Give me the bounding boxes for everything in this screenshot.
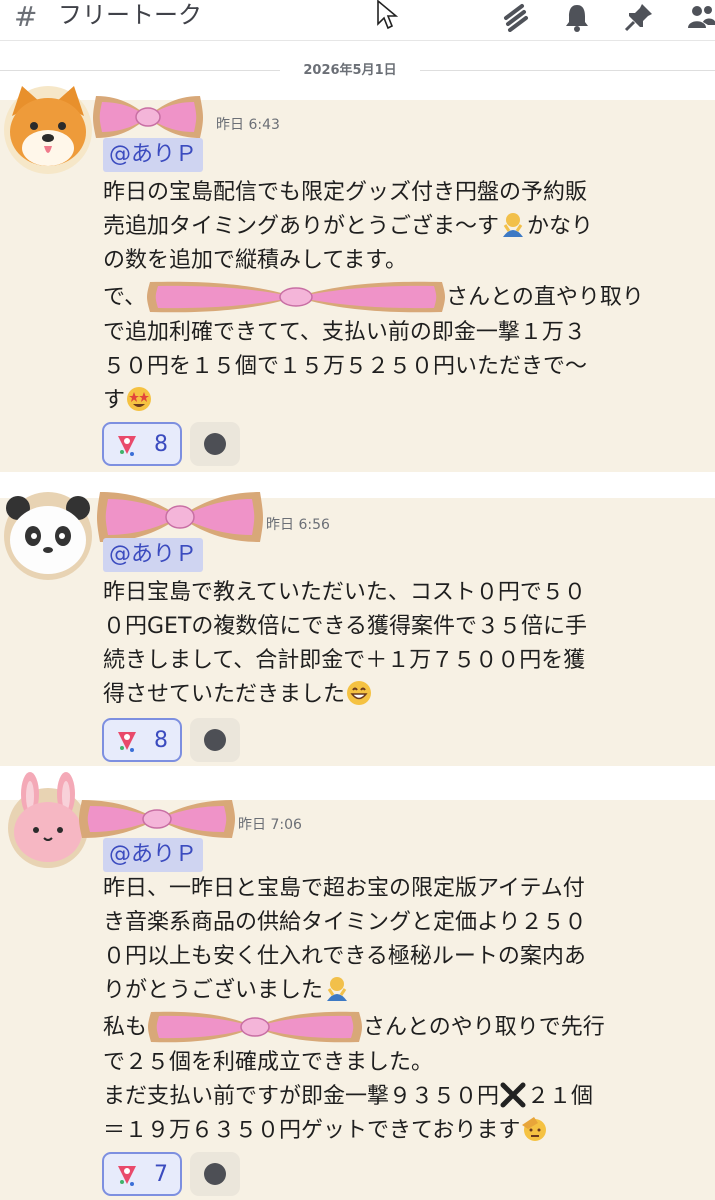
message-line: 昨日の宝島配信でも限定グッズ付き円盤の予約販 [103, 180, 588, 205]
add-reaction-button[interactable] [190, 718, 240, 762]
username-hidden-ribbon[interactable] [78, 796, 236, 842]
message-content: 昨日の宝島配信でも限定グッズ付き円盤の予約販 売追加タイミングありがとうござま〜… [103, 176, 663, 418]
message-text: さんとのやり取りで先行 [363, 1015, 605, 1040]
message-text: まだ支払い前ですが即金一撃９３５０円 [103, 1084, 500, 1109]
mouse-cursor-icon [377, 0, 398, 30]
bowing-person-emoji-icon [327, 977, 348, 1001]
pin-icon[interactable] [624, 2, 654, 32]
message-text: 売追加タイミングありがとうござま〜す [103, 214, 500, 239]
message-line: の数を追加で縦積みしてます。 [103, 248, 408, 273]
message-text: ＝１９万６３５０円ゲットできております [103, 1118, 521, 1143]
bell-icon[interactable] [562, 2, 592, 32]
threads-icon[interactable] [500, 2, 530, 32]
add-reaction-button[interactable] [190, 422, 240, 466]
message-content: 昨日、一昨日と宝島で超お宝の限定版アイテム付 き音楽系商品の供給タイミングと定価… [103, 872, 663, 1148]
message-text: ２１個 [527, 1084, 594, 1109]
message-line: ０円以上も安く仕入れできる極秘ルートの案内あ [103, 944, 586, 969]
message-timestamp: 昨日 6:43 [216, 117, 280, 133]
message-line: 昨日、一昨日と宝島で超お宝の限定版アイテム付 [103, 876, 585, 901]
message-line: ＝１９万６３５０円ゲットできております [103, 1114, 663, 1148]
channel-hash-icon: # [14, 0, 38, 33]
message-line: で、 さんとの直やり取り [103, 278, 663, 316]
message-line: ０円GETの複数倍にできる獲得案件で３５倍に手 [103, 614, 587, 639]
message: 昨日 7:06 @ありＰ 昨日、一昨日と宝島で超お宝の限定版アイテム付 き音楽系… [0, 772, 715, 1200]
message-line: で２５個を利確成立できました。 [103, 1050, 434, 1075]
grinning-emoji-icon [347, 681, 372, 705]
message-line: りがとうございました [103, 974, 663, 1008]
reaction-button[interactable]: 8 [102, 718, 182, 762]
shiba-dog-avatar[interactable] [0, 80, 96, 176]
name-hidden-ribbon [147, 281, 446, 313]
bowing-person-emoji-icon [503, 213, 524, 237]
message-text: 得させていただきました [103, 682, 346, 707]
user-mention[interactable]: @ありＰ [103, 838, 204, 872]
message-text: りがとうございました [103, 978, 324, 1003]
message-line: 得させていただきました [103, 678, 663, 712]
cross-mark-emoji-icon [500, 1082, 526, 1108]
message: 昨日 6:56 @ありＰ 昨日宝島で教えていただいた、コスト０円で５０ ０円GE… [0, 492, 715, 766]
party-confetti-emoji-icon [118, 1166, 136, 1186]
message-timestamp: 昨日 7:06 [238, 817, 302, 833]
message-line: 続きしまして、合計即金で＋１万７５００円を獲 [103, 648, 586, 673]
star-struck-emoji-icon [127, 387, 152, 411]
members-icon[interactable] [686, 2, 715, 32]
message-timestamp: 昨日 6:56 [266, 517, 330, 533]
message-line: 売追加タイミングありがとうござま〜す かなり [103, 210, 663, 244]
channel-header: # フリートーク [0, 0, 715, 41]
message-line: 昨日宝島で教えていただいた、コスト０円で５０ [103, 580, 586, 605]
smiley-icon [204, 729, 226, 751]
message-line: す [103, 384, 663, 418]
message-text: かなり [527, 214, 594, 239]
username-hidden-ribbon[interactable] [92, 92, 204, 142]
reaction-count: 8 [154, 728, 168, 753]
user-mention[interactable]: @ありＰ [103, 538, 204, 572]
channel-name: フリートーク [58, 1, 202, 29]
smiley-icon [204, 1163, 226, 1185]
party-confetti-emoji-icon [118, 732, 136, 752]
message-line: ５０円を１５個で１５万５２５０円いただきで〜 [103, 354, 588, 379]
reaction-count: 7 [154, 1162, 168, 1187]
message-text: す [103, 388, 126, 413]
message-line: で追加利確できてて、支払い前の即金一撃１万３ [103, 320, 586, 345]
add-reaction-button[interactable] [190, 1152, 240, 1196]
smiley-icon [204, 433, 226, 455]
message-line: き音楽系商品の供給タイミングと定価より２５０ [103, 910, 587, 935]
panda-avatar[interactable] [0, 486, 96, 582]
message-text: で、 [103, 285, 147, 310]
message: 昨日 6:43 @ありＰ 昨日の宝島配信でも限定グッズ付き円盤の予約販 売追加タ… [0, 86, 715, 472]
reaction-button[interactable]: 8 [102, 422, 182, 466]
date-divider-label: 2026年5月1日 [280, 60, 420, 82]
message-line: 私も さんとのやり取りで先行 [103, 1008, 663, 1046]
user-mention[interactable]: @ありＰ [103, 138, 204, 172]
saluting-face-emoji-icon [522, 1117, 547, 1141]
message-line: まだ支払い前ですが即金一撃９３５０円 ２１個 [103, 1080, 663, 1114]
name-hidden-ribbon [148, 1011, 363, 1043]
message-content: 昨日宝島で教えていただいた、コスト０円で５０ ０円GETの複数倍にできる獲得案件… [103, 576, 663, 712]
party-confetti-emoji-icon [118, 436, 136, 456]
message-text: さんとの直やり取り [446, 285, 644, 310]
reaction-button[interactable]: 7 [102, 1152, 182, 1196]
reaction-count: 8 [154, 432, 168, 457]
message-text: 私も [103, 1015, 148, 1040]
